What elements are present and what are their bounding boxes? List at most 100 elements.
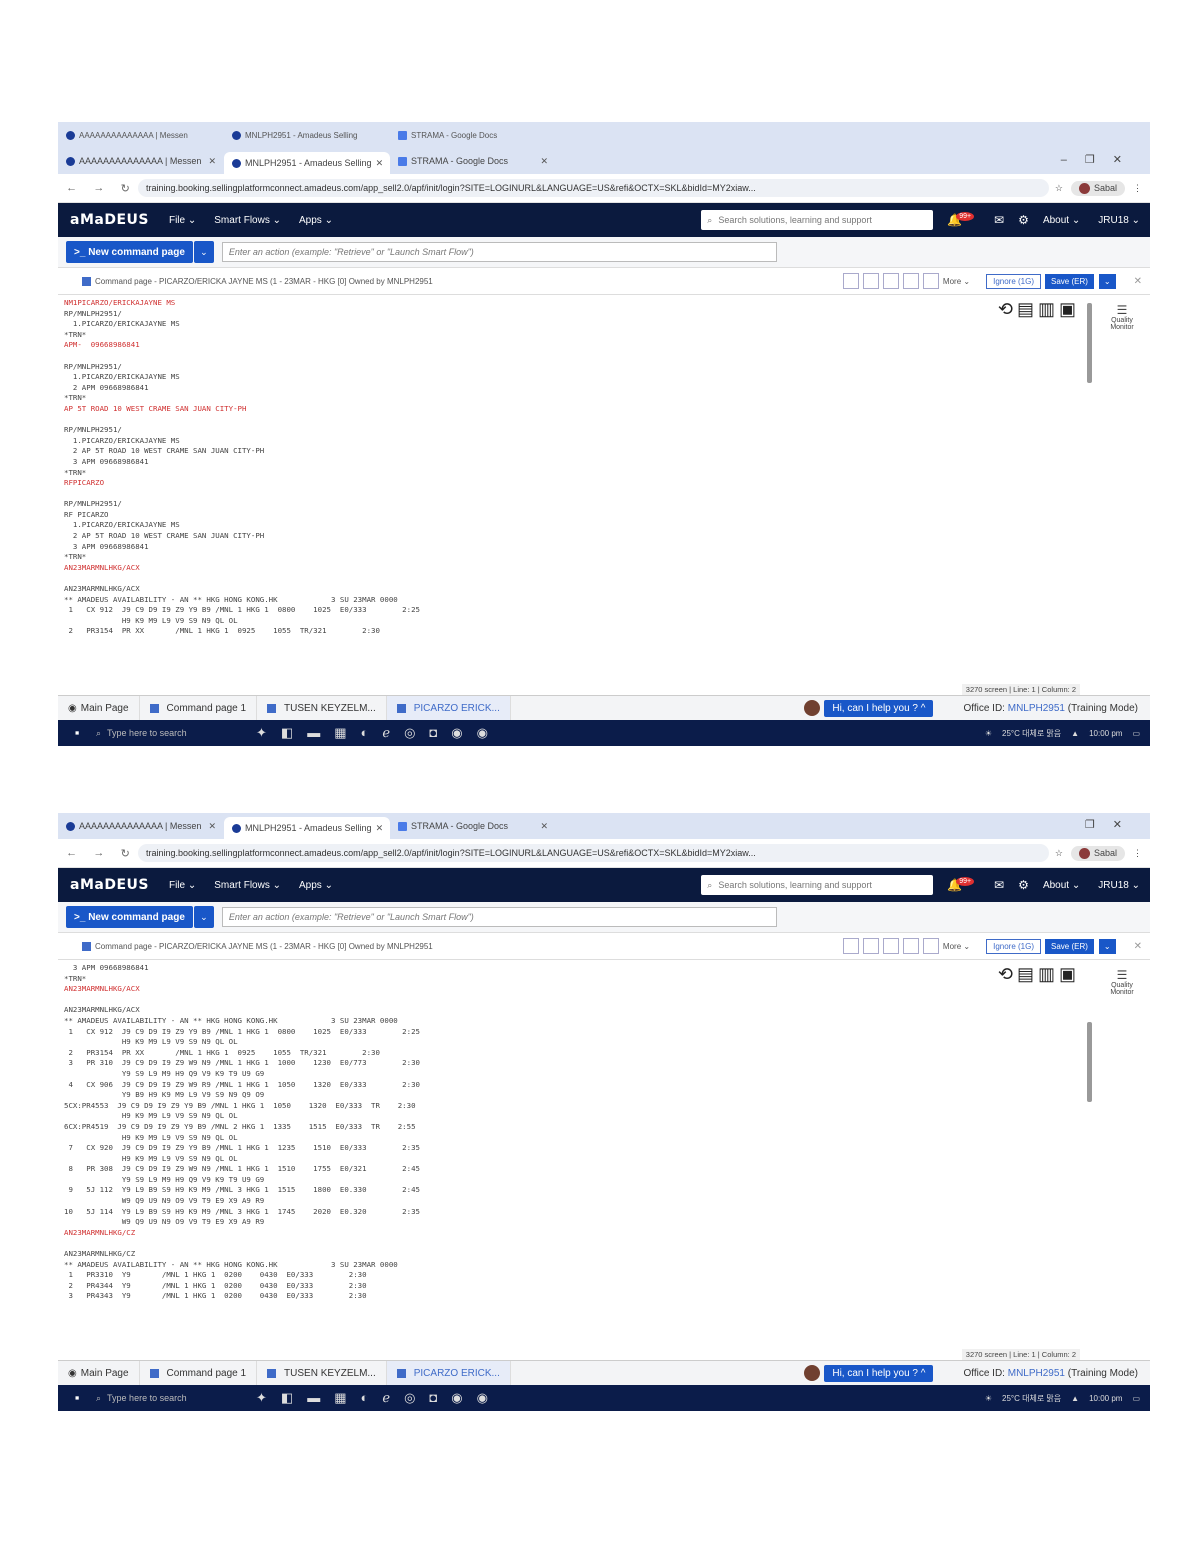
notification-icon[interactable]: ▭: [1132, 729, 1140, 738]
profile-button[interactable]: Sabal: [1070, 845, 1125, 861]
close-icon[interactable]: ✕: [540, 821, 548, 832]
history-icon[interactable]: ⟲: [998, 964, 1017, 984]
windows-start-icon[interactable]: ▪: [68, 724, 86, 742]
close-icon[interactable]: ✕: [540, 156, 548, 167]
taskview-icon[interactable]: ◧: [281, 1390, 293, 1406]
tab-pnr-1[interactable]: TUSEN KEYZELM...: [257, 1361, 387, 1385]
reload-icon[interactable]: ↻: [121, 847, 130, 860]
windows-start-icon[interactable]: ▪: [68, 1389, 86, 1407]
taskbar-search[interactable]: ⌕ Type here to search: [96, 1393, 236, 1404]
gear-icon[interactable]: ⚙: [1018, 213, 1029, 227]
close-icon[interactable]: ✕: [1134, 941, 1142, 952]
tool-button[interactable]: [922, 273, 939, 289]
close-icon[interactable]: ✕: [208, 821, 216, 832]
back-icon[interactable]: ←: [66, 182, 77, 195]
tab-command-page[interactable]: Command page 1: [140, 1361, 258, 1385]
new-command-page-button[interactable]: >_ New command page: [66, 906, 193, 928]
tool-button[interactable]: [862, 273, 879, 289]
tool-button[interactable]: [922, 938, 939, 954]
taskbar-search[interactable]: ⌕ Type here to search: [96, 728, 236, 739]
menu-about[interactable]: About ⌄: [1043, 215, 1080, 226]
screen-icon[interactable]: ▣: [1059, 964, 1080, 984]
close-icon[interactable]: ✕: [376, 158, 384, 169]
split-h-icon[interactable]: ▤: [1017, 299, 1038, 319]
kebab-menu-icon[interactable]: ⋮: [1133, 183, 1142, 194]
chevron-down-icon[interactable]: ⌄: [193, 241, 214, 263]
more-button[interactable]: More ⌄: [943, 942, 970, 951]
tab-main-page[interactable]: ◉ Main Page: [58, 696, 140, 720]
chevron-down-icon[interactable]: ⌄: [1098, 938, 1116, 954]
bell-icon[interactable]: 🔔99+: [947, 877, 980, 892]
quality-monitor-button[interactable]: ☰ Quality Monitor: [1100, 968, 1144, 996]
tool-button[interactable]: [882, 938, 899, 954]
scrollbar[interactable]: [1087, 303, 1092, 383]
menu-file[interactable]: File ⌄: [169, 215, 196, 226]
quality-monitor-button[interactable]: ☰ Quality Monitor: [1100, 303, 1144, 331]
split-v-icon[interactable]: ▥: [1038, 964, 1059, 984]
help-button[interactable]: Hi, can I help you ? ^: [824, 1364, 934, 1382]
scrollbar[interactable]: [1087, 1022, 1092, 1102]
tab-pnr-2[interactable]: PICARZO ERICK...: [386, 1361, 511, 1385]
close-icon[interactable]: ✕: [208, 156, 216, 167]
sparkle-icon[interactable]: ✦: [256, 725, 267, 741]
ignore-button[interactable]: Ignore (1G): [986, 273, 1041, 289]
user-menu[interactable]: JRU18 ⌄: [1098, 215, 1140, 226]
tool-button[interactable]: [902, 273, 919, 289]
close-icon[interactable]: ✕: [376, 823, 384, 834]
chrome-icon[interactable]: ◉: [451, 1390, 462, 1406]
screen-icon[interactable]: ▣: [1059, 299, 1080, 319]
tool-button[interactable]: [842, 938, 859, 954]
gear-icon[interactable]: ⚙: [1018, 878, 1029, 892]
ie-icon[interactable]: ℯ: [382, 1390, 390, 1406]
terminal-output[interactable]: NM1PICARZO/ERICKAJAYNE MS RP/MNLPH2951/ …: [58, 295, 1050, 640]
prev-tab-1[interactable]: AAAAAAAAAAAAAA | Messen: [58, 125, 224, 145]
forward-icon[interactable]: →: [93, 847, 104, 860]
reload-icon[interactable]: ↻: [121, 182, 130, 195]
store-icon[interactable]: ▦: [334, 725, 346, 741]
terminal-output[interactable]: 3 APM 09668986841 *TRN* AN23MARMNLHKG/AC…: [58, 960, 1050, 1305]
split-h-icon[interactable]: ▤: [1017, 964, 1038, 984]
menu-smart-flows[interactable]: Smart Flows ⌄: [214, 215, 281, 226]
tab-pnr-1[interactable]: TUSEN KEYZELM...: [257, 696, 387, 720]
browser-tab-amadeus[interactable]: MNLPH2951 - Amadeus Selling ✕: [224, 152, 390, 174]
ie-icon[interactable]: ℯ: [382, 725, 390, 741]
forward-icon[interactable]: →: [93, 182, 104, 195]
chat-icon[interactable]: ✉: [994, 878, 1004, 892]
tool-button[interactable]: [902, 938, 919, 954]
app-icon[interactable]: ◘: [429, 1390, 437, 1406]
ignore-button[interactable]: Ignore (1G): [986, 938, 1041, 954]
app-icon[interactable]: ◘: [429, 725, 437, 741]
url-field[interactable]: training.booking.sellingplatformconnect.…: [138, 179, 1049, 197]
menu-apps[interactable]: Apps ⌄: [299, 215, 333, 226]
profile-button[interactable]: Sabal: [1070, 180, 1125, 196]
action-input[interactable]: Enter an action (example: "Retrieve" or …: [221, 242, 777, 262]
edge-icon[interactable]: ◐: [361, 725, 369, 741]
url-field[interactable]: training.booking.sellingplatformconnect.…: [138, 844, 1049, 862]
chrome-icon[interactable]: ◎: [404, 1390, 415, 1406]
folder-icon[interactable]: ▬: [307, 725, 320, 741]
support-search-input[interactable]: ⌕ Search solutions, learning and support: [701, 210, 934, 230]
tool-button[interactable]: [882, 273, 899, 289]
tab-pnr-2[interactable]: PICARZO ERICK...: [386, 696, 511, 720]
taskview-icon[interactable]: ◧: [281, 725, 293, 741]
tab-main-page[interactable]: ◉ Main Page: [58, 1361, 140, 1385]
folder-icon[interactable]: ▬: [307, 1390, 320, 1406]
back-icon[interactable]: ←: [66, 847, 77, 860]
chrome-icon[interactable]: ◉: [477, 1390, 488, 1406]
new-command-page-button[interactable]: >_ New command page: [66, 241, 193, 263]
prev-tab-2[interactable]: MNLPH2951 - Amadeus Selling: [224, 125, 390, 145]
chat-icon[interactable]: ✉: [994, 213, 1004, 227]
menu-smart-flows[interactable]: Smart Flows ⌄: [214, 880, 281, 891]
chrome-icon[interactable]: ◎: [404, 725, 415, 741]
more-button[interactable]: More ⌄: [943, 277, 970, 286]
edge-icon[interactable]: ◐: [361, 1390, 369, 1406]
split-v-icon[interactable]: ▥: [1038, 299, 1059, 319]
close-icon[interactable]: ✕: [1134, 276, 1142, 287]
browser-tab-messenger[interactable]: AAAAAAAAAAAAAA | Messen ✕: [58, 151, 224, 171]
menu-about[interactable]: About ⌄: [1043, 880, 1080, 891]
network-icon[interactable]: ▲: [1071, 729, 1079, 738]
sparkle-icon[interactable]: ✦: [256, 1390, 267, 1406]
network-icon[interactable]: ▲: [1071, 1394, 1079, 1403]
history-icon[interactable]: ⟲: [998, 299, 1017, 319]
chevron-down-icon[interactable]: ⌄: [193, 906, 214, 928]
